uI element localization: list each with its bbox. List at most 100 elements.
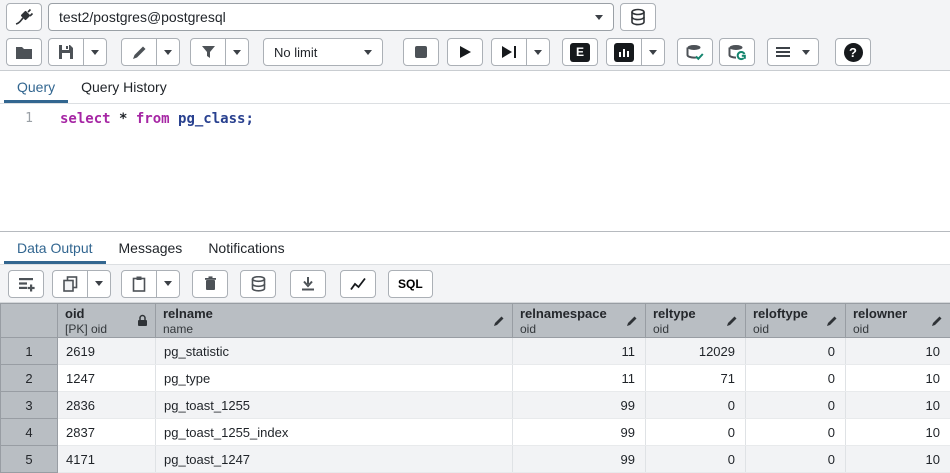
cell-relowner[interactable]: 10 — [846, 365, 950, 392]
column-name: reltype — [653, 306, 696, 322]
cell-relname[interactable]: pg_toast_1255_index — [156, 419, 513, 446]
add-row-button[interactable] — [8, 270, 44, 298]
cell-reltype[interactable]: 71 — [646, 365, 746, 392]
query-tool-connection-button[interactable] — [6, 3, 42, 31]
stop-icon — [414, 45, 428, 59]
execute-options-button[interactable] — [526, 38, 550, 66]
cancel-query-button[interactable] — [403, 38, 439, 66]
main-toolbar: No limit — [0, 34, 950, 71]
save-data-button[interactable] — [240, 270, 276, 298]
column-header-oid[interactable]: oid [PK] oid — [58, 304, 156, 338]
cell-oid[interactable]: 2619 — [58, 338, 156, 365]
row-number[interactable]: 1 — [1, 338, 58, 365]
table-row: 2 1247 pg_type 11 71 0 10 — [1, 365, 950, 392]
cell-relname[interactable]: pg_type — [156, 365, 513, 392]
rollback-button[interactable] — [719, 38, 755, 66]
column-header-reltype[interactable]: reltype oid — [646, 304, 746, 338]
cell-relname[interactable]: pg_toast_1255 — [156, 392, 513, 419]
cell-relowner[interactable]: 10 — [846, 338, 950, 365]
cell-reloftype[interactable]: 0 — [746, 338, 846, 365]
query-tool-plug-icon — [14, 8, 34, 26]
filter-button[interactable] — [190, 38, 226, 66]
edit-column-icon[interactable] — [493, 315, 505, 327]
column-header-relname[interactable]: relname name — [156, 304, 513, 338]
cell-oid[interactable]: 2836 — [58, 392, 156, 419]
cell-oid[interactable]: 4171 — [58, 446, 156, 473]
filter-menu-button[interactable] — [225, 38, 249, 66]
tab-data-output[interactable]: Data Output — [4, 232, 106, 264]
result-tabs: Data Output Messages Notifications — [0, 232, 950, 265]
row-number[interactable]: 2 — [1, 365, 58, 392]
cell-reltype[interactable]: 0 — [646, 419, 746, 446]
graph-visualiser-button[interactable] — [340, 270, 376, 298]
cell-relnamespace[interactable]: 99 — [513, 446, 646, 473]
row-limit-select[interactable]: No limit — [263, 38, 383, 66]
explain-analyze-button[interactable] — [606, 38, 642, 66]
edit-column-icon[interactable] — [626, 315, 638, 327]
execute-script-button[interactable] — [491, 38, 527, 66]
cell-relname[interactable]: pg_toast_1247 — [156, 446, 513, 473]
connection-select[interactable]: test2/postgres@postgresql — [48, 3, 614, 31]
save-menu-button[interactable] — [83, 38, 107, 66]
cell-relowner[interactable]: 10 — [846, 419, 950, 446]
cell-reloftype[interactable]: 0 — [746, 419, 846, 446]
cell-relowner[interactable]: 10 — [846, 392, 950, 419]
execute-button[interactable] — [447, 38, 483, 66]
cell-reloftype[interactable]: 0 — [746, 365, 846, 392]
column-type: oid — [853, 322, 907, 336]
row-number[interactable]: 4 — [1, 419, 58, 446]
cell-oid[interactable]: 1247 — [58, 365, 156, 392]
paste-button[interactable] — [121, 270, 157, 298]
cell-relnamespace[interactable]: 99 — [513, 419, 646, 446]
edit-menu-button[interactable] — [121, 38, 157, 66]
open-file-button[interactable] — [6, 38, 42, 66]
help-button[interactable]: ? — [835, 38, 871, 66]
cell-reloftype[interactable]: 0 — [746, 446, 846, 473]
row-limit-value: No limit — [274, 45, 317, 60]
tab-query[interactable]: Query — [4, 71, 68, 103]
explain-button[interactable]: E — [562, 38, 598, 66]
macros-menu-button[interactable] — [767, 38, 819, 66]
explain-options-button[interactable] — [641, 38, 665, 66]
edit-column-icon[interactable] — [726, 315, 738, 327]
sql-editor[interactable]: 1 select * from pg_class; — [0, 104, 950, 231]
delete-row-button[interactable] — [192, 270, 228, 298]
cell-reloftype[interactable]: 0 — [746, 392, 846, 419]
tab-notifications-label: Notifications — [208, 240, 284, 256]
commit-button[interactable] — [677, 38, 713, 66]
editor-code-line[interactable]: select * from pg_class; — [46, 104, 254, 231]
sql-keyword: from — [136, 111, 170, 127]
row-number[interactable]: 3 — [1, 392, 58, 419]
grid-corner-cell[interactable] — [1, 304, 58, 338]
edit-menu-caret-button[interactable] — [156, 38, 180, 66]
tab-query-history[interactable]: Query History — [68, 71, 180, 103]
edit-column-icon[interactable] — [931, 315, 943, 327]
column-header-relowner[interactable]: relowner oid — [846, 304, 950, 338]
chevron-down-icon — [595, 15, 603, 20]
chevron-down-icon — [164, 50, 172, 55]
cell-relowner[interactable]: 10 — [846, 446, 950, 473]
paste-options-button[interactable] — [156, 270, 180, 298]
cell-relnamespace[interactable]: 11 — [513, 365, 646, 392]
edit-column-icon[interactable] — [826, 315, 838, 327]
new-connection-button[interactable] — [620, 3, 656, 31]
copy-options-button[interactable] — [87, 270, 111, 298]
column-header-reloftype[interactable]: reloftype oid — [746, 304, 846, 338]
cell-reltype[interactable]: 0 — [646, 392, 746, 419]
cell-reltype[interactable]: 0 — [646, 446, 746, 473]
row-number[interactable]: 5 — [1, 446, 58, 473]
database-icon — [251, 276, 266, 292]
copy-button[interactable] — [52, 270, 88, 298]
cell-relnamespace[interactable]: 99 — [513, 392, 646, 419]
cell-reltype[interactable]: 12029 — [646, 338, 746, 365]
cell-relname[interactable]: pg_statistic — [156, 338, 513, 365]
cell-relnamespace[interactable]: 11 — [513, 338, 646, 365]
tab-notifications[interactable]: Notifications — [195, 232, 297, 264]
tab-messages[interactable]: Messages — [106, 232, 196, 264]
save-button[interactable] — [48, 38, 84, 66]
column-header-relnamespace[interactable]: relnamespace oid — [513, 304, 646, 338]
tab-query-history-label: Query History — [81, 79, 167, 95]
sql-button[interactable]: SQL — [388, 270, 433, 298]
cell-oid[interactable]: 2837 — [58, 419, 156, 446]
download-csv-button[interactable] — [290, 270, 326, 298]
